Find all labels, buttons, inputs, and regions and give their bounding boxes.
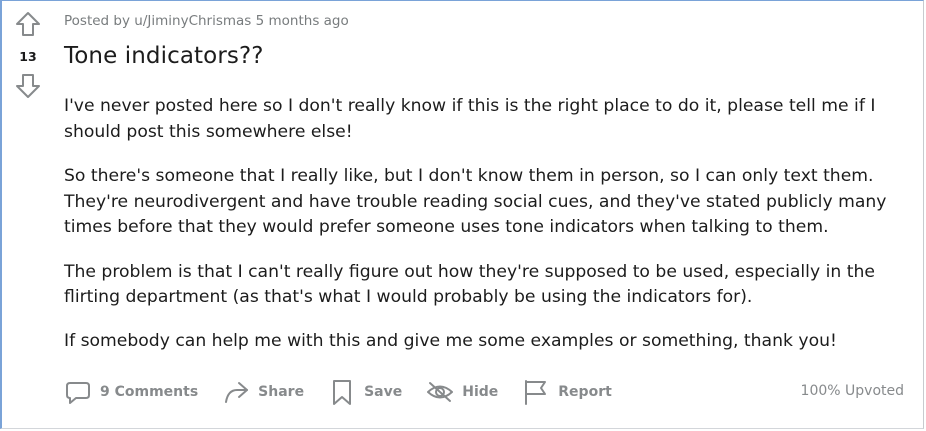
- arrow-down-icon: [16, 74, 40, 98]
- bookmark-icon: [328, 378, 356, 406]
- upvote-button[interactable]: [15, 11, 41, 37]
- hide-label: Hide: [462, 384, 499, 400]
- save-button[interactable]: Save: [328, 375, 402, 409]
- eye-slash-icon: [426, 378, 454, 406]
- comments-button[interactable]: 9 Comments: [64, 375, 198, 409]
- speech-bubble-icon: [64, 378, 92, 406]
- flag-icon: [522, 378, 550, 406]
- post-paragraph: So there's someone that I really like, b…: [64, 165, 887, 238]
- upvote-ratio: 100% Upvoted: [800, 383, 904, 399]
- arrow-up-icon: [16, 12, 40, 36]
- report-button[interactable]: Report: [522, 375, 612, 409]
- post-body: I've never posted here so I don't really…: [64, 94, 909, 374]
- report-label: Report: [558, 384, 612, 400]
- save-label: Save: [364, 384, 403, 400]
- posted-by-label: Posted by: [64, 13, 130, 29]
- post-title[interactable]: Tone indicators??: [64, 43, 264, 69]
- post-action-bar: 9 Comments Share Save Hide Report: [64, 375, 636, 409]
- comments-label: 9 Comments: [100, 384, 199, 400]
- post-paragraph: The problem is that I can't really figur…: [64, 261, 875, 308]
- author-link[interactable]: u/JiminyChrismas: [134, 13, 251, 29]
- vote-score: 13: [19, 49, 37, 64]
- hide-button[interactable]: Hide: [426, 375, 498, 409]
- downvote-button[interactable]: [15, 73, 41, 99]
- share-label: Share: [258, 384, 305, 400]
- post-paragraph: I've never posted here so I don't really…: [64, 96, 876, 142]
- post-time[interactable]: 5 months ago: [256, 13, 349, 29]
- post-meta: Posted by u/JiminyChrismas 5 months ago: [64, 13, 349, 29]
- vote-column: 13: [4, 1, 52, 111]
- post-card: 13 Posted by u/JiminyChrismas 5 months a…: [0, 0, 924, 429]
- post-paragraph: If somebody can help me with this and gi…: [64, 331, 837, 352]
- share-button[interactable]: Share: [222, 375, 304, 409]
- share-arrow-icon: [222, 378, 250, 406]
